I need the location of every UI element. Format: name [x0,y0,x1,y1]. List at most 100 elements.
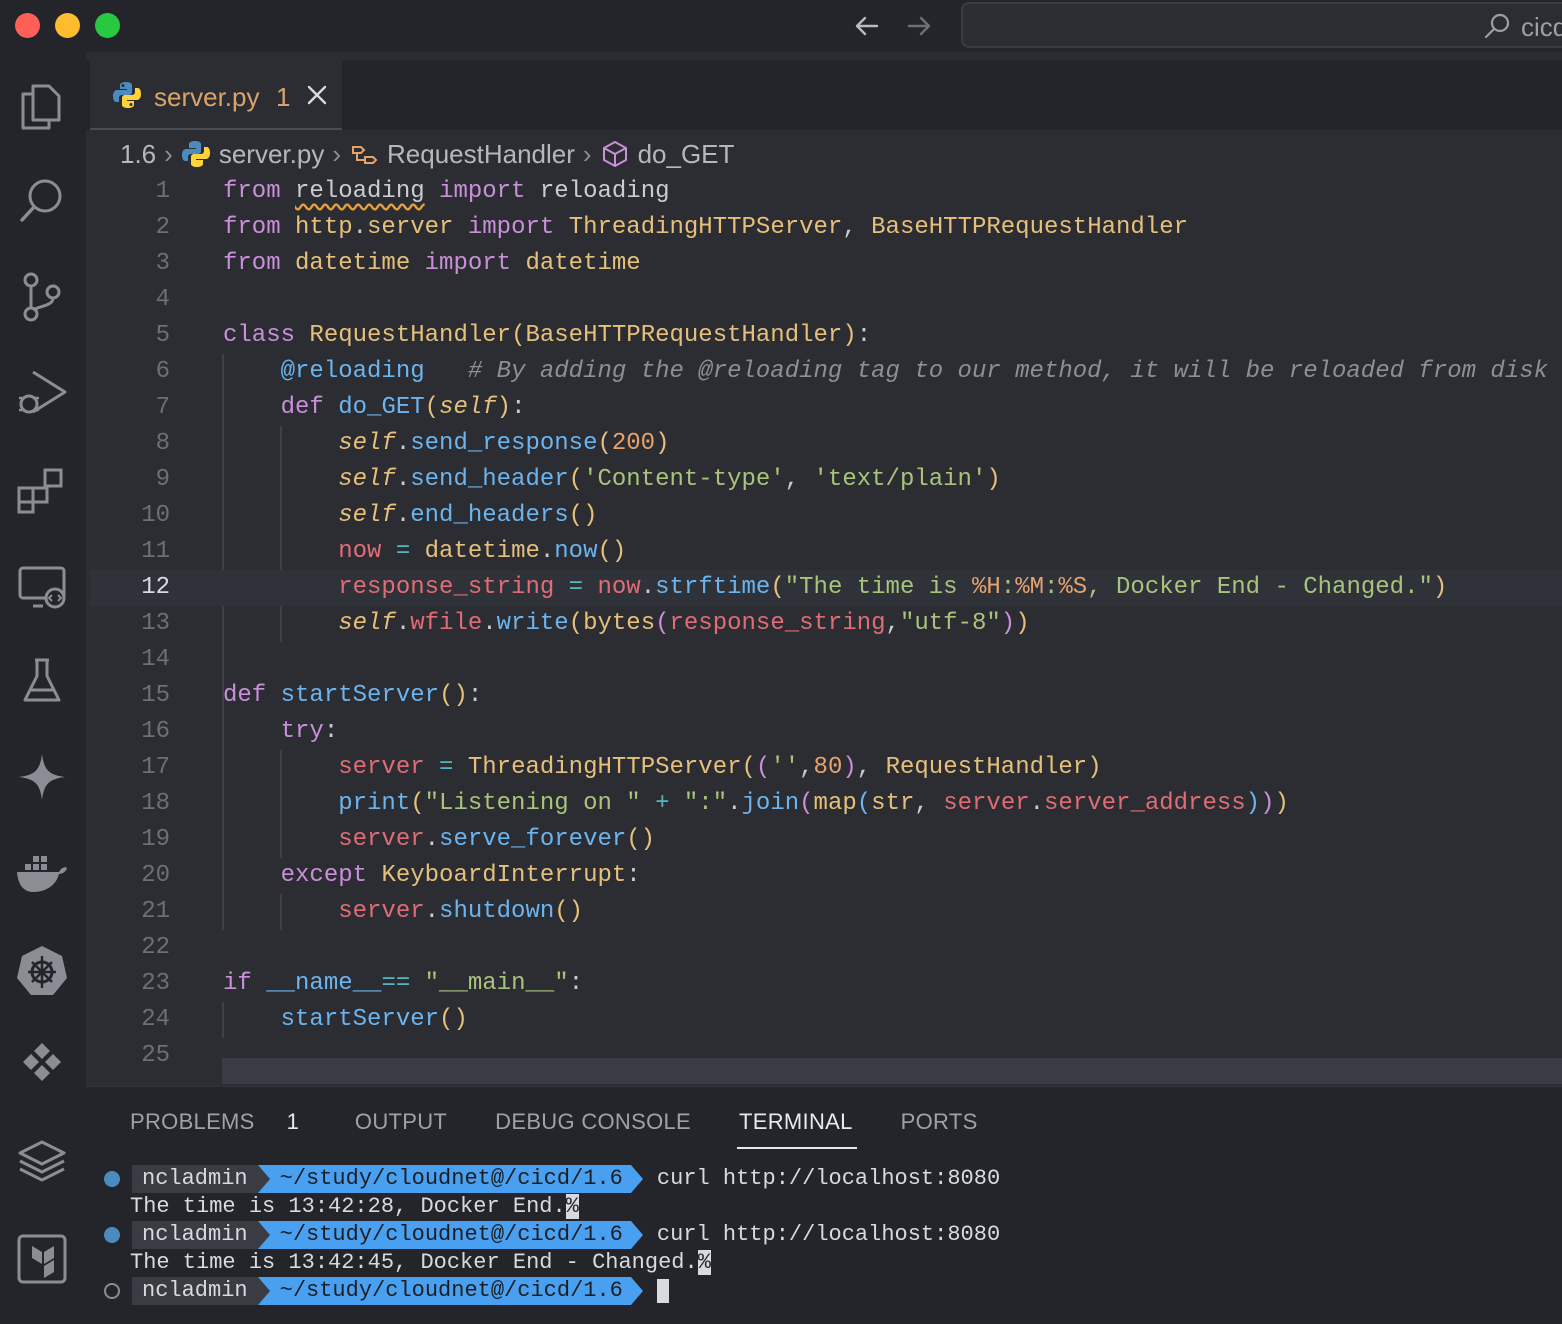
code-line: 21 server.shutdown() [90,894,1562,930]
python-icon [112,80,142,110]
search-icon[interactable] [15,174,69,228]
line-number: 23 [141,970,170,997]
terminal-output: The time is 13:42:28, Docker End. [130,1194,566,1219]
command-status-dot-icon[interactable] [104,1171,120,1187]
line-number: 15 [141,682,170,709]
line-number: 2 [155,214,170,241]
prompt-path: ~/study/cloudnet@/cicd/1.6 [269,1165,631,1193]
code-line: 10 self.end_headers() [90,498,1562,534]
code-text: self.end_headers() [338,502,598,529]
close-icon[interactable] [304,82,330,108]
docker-icon[interactable] [15,846,69,900]
tab-debug-console[interactable]: DEBUG CONSOLE [495,1107,691,1151]
powerline-separator-icon [630,1277,643,1305]
line-number: 6 [155,358,170,385]
line-number: 5 [155,322,170,349]
breadcrumb: 1.6 › server.py › RequestHandler › do_GE… [120,134,734,174]
window-close-button[interactable] [15,13,40,38]
code-text: from reloading import reloading [223,178,670,205]
chevron-right-icon: › [582,138,592,169]
tab-problems[interactable]: PROBLEMS [130,1107,255,1151]
code-line: 4 [90,282,1562,318]
terminal-prompt-line: ncladmin ~/study/cloudnet@/cicd/1.6 curl… [104,1221,1000,1249]
search-icon [1483,12,1511,40]
panel-tabs: PROBLEMS 1 OUTPUT DEBUG CONSOLE TERMINAL… [130,1107,1026,1151]
powerline-separator-icon [630,1221,643,1249]
code-text: from http.server import ThreadingHTTPSer… [223,214,1189,241]
line-number: 11 [141,538,170,565]
layers-icon[interactable] [15,1134,69,1188]
code-text: self.wfile.write(bytes(response_string,"… [338,610,1030,637]
tab-terminal[interactable]: TERMINAL [737,1107,857,1151]
code-text: from datetime import datetime [223,250,641,277]
code-editor[interactable]: 1 from reloading import reloading 2 from h… [90,174,1562,1084]
tab-server-py[interactable]: server.py 1 [90,60,342,130]
extensions-icon[interactable] [15,462,69,516]
powerline-separator-icon [257,1277,270,1305]
terminal-command: curl http://localhost:8080 [656,1166,1001,1191]
code-text: class RequestHandler(BaseHTTPRequestHand… [223,322,872,349]
line-number: 4 [155,286,170,313]
breadcrumb-folder[interactable]: 1.6 [120,139,156,170]
window-minimize-button[interactable] [55,13,80,38]
line-number: 19 [141,826,170,853]
back-arrow-icon[interactable] [851,10,883,42]
testing-icon[interactable] [15,654,69,708]
line-number: 20 [141,862,170,889]
copilot-icon[interactable] [15,750,69,804]
terminal-cursor [656,1279,669,1303]
terminal-prompt-line[interactable]: ncladmin ~/study/cloudnet@/cicd/1.6 [104,1277,669,1305]
breadcrumb-class[interactable]: RequestHandler [387,139,575,170]
editor-tab-bar: server.py 1 [86,60,1562,130]
horizontal-scrollbar[interactable] [222,1058,1562,1084]
command-center-search[interactable]: cicd [961,2,1562,48]
command-status-dot-icon[interactable] [104,1283,120,1299]
code-line: 7 def do_GET(self): [90,390,1562,426]
code-line: 23 if __name__== "__main__": [90,966,1562,1002]
remote-explorer-icon[interactable] [15,558,69,612]
run-debug-icon[interactable] [15,366,69,420]
tab-ports[interactable]: PORTS [901,1107,978,1151]
line-number: 7 [155,394,170,421]
kubernetes-icon[interactable] [15,942,69,996]
code-line: 17 server = ThreadingHTTPServer(('',80),… [90,750,1562,786]
code-line: 16 try: [90,714,1562,750]
explorer-icon[interactable] [15,80,69,134]
tab-label: server.py [154,82,260,112]
line-number: 1 [155,178,170,205]
problems-count-badge: 1 [286,1109,299,1134]
command-center-text: cicd [1521,12,1562,42]
code-text: if __name__== "__main__": [223,970,584,997]
tab-output[interactable]: OUTPUT [355,1107,447,1151]
line-number: 22 [141,934,170,961]
line-number: 14 [141,646,170,673]
line-number: 13 [141,610,170,637]
line-number: 25 [141,1042,170,1069]
terminal-prompt-line: ncladmin ~/study/cloudnet@/cicd/1.6 curl… [104,1165,1000,1193]
code-line-active: 12 response_string = now.strftime("The t… [90,570,1562,606]
window-maximize-button[interactable] [95,13,120,38]
code-line: 1 from reloading import reloading [90,174,1562,210]
problem-count-badge: 1 [276,82,291,112]
code-text: self.send_response(200) [338,430,670,457]
prompt-user: ncladmin [132,1221,258,1249]
line-number: 16 [141,718,170,745]
source-control-icon[interactable] [15,270,69,324]
code-text: def startServer(): [223,682,483,709]
command-status-dot-icon[interactable] [104,1227,120,1243]
code-line: 18 print("Listening on " + ":".join(map(… [90,786,1562,822]
forward-arrow-icon[interactable] [903,10,935,42]
prompt-user: ncladmin [132,1165,258,1193]
code-text: server = ThreadingHTTPServer(('',80), Re… [338,754,1102,781]
terminal-output-line: The time is 13:42:45, Docker End - Chang… [130,1249,711,1277]
layout-icon[interactable] [15,1038,69,1092]
code-line: 8 self.send_response(200) [90,426,1562,462]
code-text: @reloading # By adding the @reloading ta… [280,358,1549,385]
code-line: 9 self.send_header('Content-type', 'text… [90,462,1562,498]
terraform-icon[interactable] [15,1232,69,1286]
breadcrumb-method[interactable]: do_GET [638,139,735,170]
terminal-command: curl http://localhost:8080 [656,1222,1001,1247]
bottom-panel: PROBLEMS 1 OUTPUT DEBUG CONSOLE TERMINAL… [86,1086,1562,1324]
code-text: except KeyboardInterrupt: [280,862,641,889]
breadcrumb-file[interactable]: server.py [219,139,325,170]
